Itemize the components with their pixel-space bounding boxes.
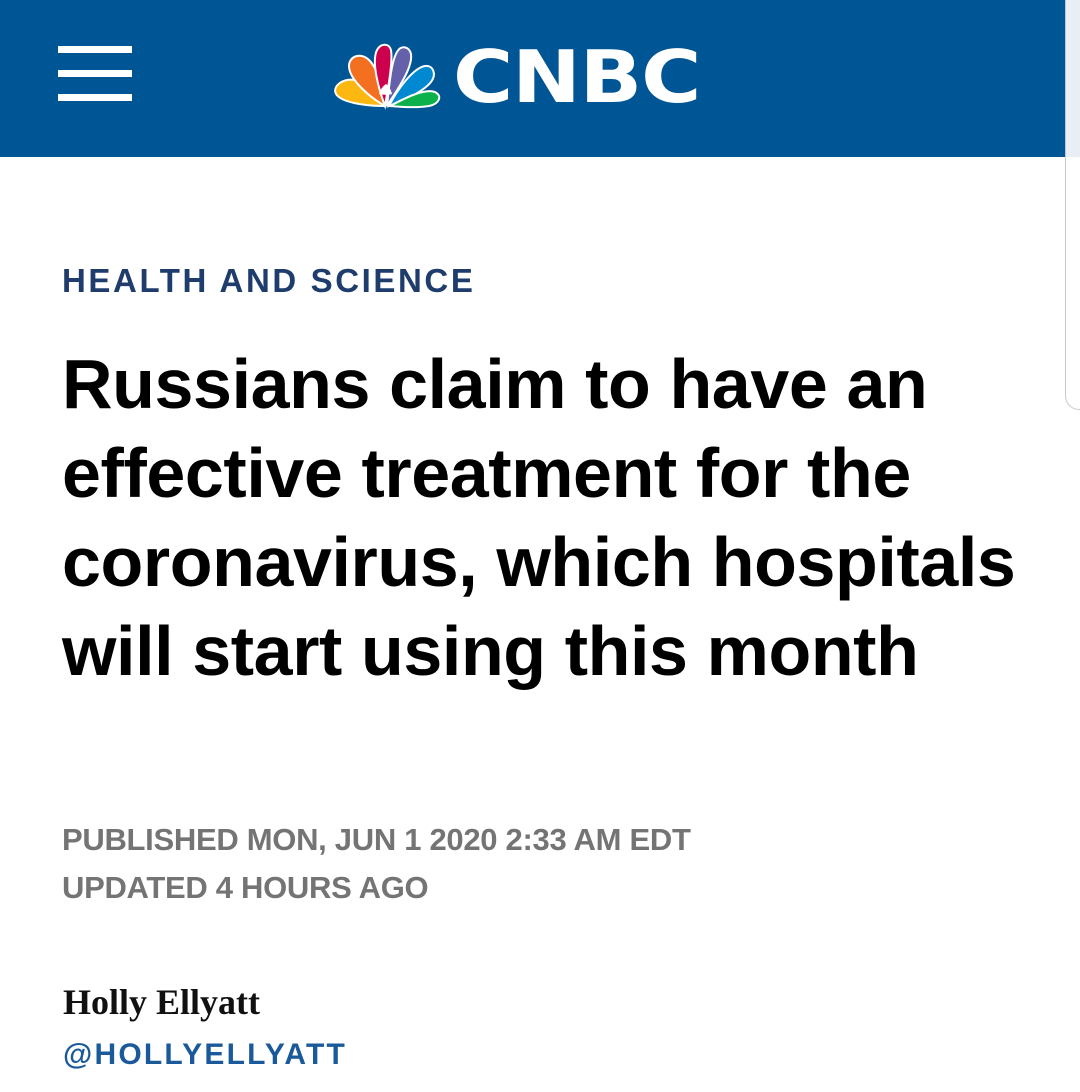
scrollbar[interactable] (1065, 157, 1080, 410)
author-twitter-handle[interactable]: @HOLLYELLYATT (63, 1038, 347, 1072)
site-header: CNBC (0, 0, 1080, 157)
menu-button[interactable] (58, 46, 132, 102)
nbc-peacock-icon (334, 43, 441, 110)
updated-timestamp: UPDATED 4 HOURS AGO (62, 870, 429, 905)
scrollbar-track (1065, 0, 1080, 157)
published-timestamp: PUBLISHED MON, JUN 1 2020 2:33 AM EDT (62, 822, 691, 857)
article-headline: Russians claim to have an effective trea… (62, 345, 1016, 690)
cnbc-logo[interactable]: CNBC (333, 35, 753, 119)
logo-wordmark: CNBC (453, 35, 701, 119)
author-name[interactable]: Holly Ellyatt (63, 981, 260, 1023)
hamburger-menu-icon (58, 46, 132, 53)
section-label[interactable]: HEALTH AND SCIENCE (62, 262, 475, 300)
